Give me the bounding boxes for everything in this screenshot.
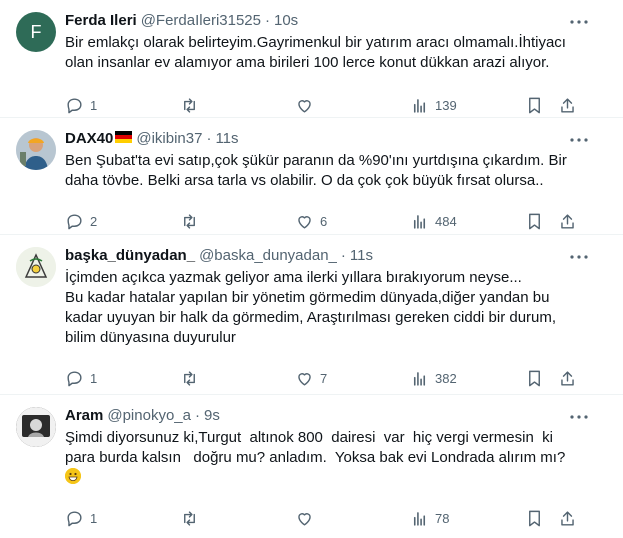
heart-icon: [298, 372, 311, 386]
share-icon[interactable]: [558, 369, 577, 388]
repost-icon: [184, 213, 195, 229]
bookmark-icon[interactable]: [525, 509, 544, 528]
tweet-text: Şimdi diyorsunuz ki,Turgut altınok 800 d…: [65, 429, 566, 466]
user-handle[interactable]: @ikibin37: [136, 129, 202, 149]
views-icon: [413, 214, 426, 229]
view-count: 382: [435, 370, 457, 386]
avatar[interactable]: [16, 247, 56, 287]
repost-button[interactable]: [180, 369, 240, 388]
grinning-face-emoji-icon: [65, 468, 81, 484]
tweet[interactable]: DAX40 @ikibin37 · 11s Ben Şubat'ta evi s…: [0, 118, 623, 235]
view-count: 78: [435, 510, 450, 526]
like-button[interactable]: 7: [295, 369, 355, 388]
heart-icon: [298, 99, 311, 113]
repost-icon: [184, 97, 195, 113]
display-name[interactable]: DAX40: [65, 129, 113, 149]
avatar[interactable]: [16, 130, 56, 170]
display-name[interactable]: Aram: [65, 406, 103, 426]
views-button[interactable]: 78: [410, 509, 470, 528]
share-icon[interactable]: [558, 96, 577, 115]
tweet[interactable]: F Ferda Ileri @FerdaIleri31525 · 10s Bir…: [0, 0, 623, 118]
repost-button[interactable]: [180, 96, 240, 115]
view-count: 484: [435, 213, 457, 229]
avatar[interactable]: F: [16, 12, 56, 52]
bookmark-icon[interactable]: [525, 96, 544, 115]
tweet-header: Ferda Ileri @FerdaIleri31525 · 10s: [65, 11, 577, 31]
more-options-icon[interactable]: [569, 247, 589, 267]
tweet[interactable]: Aram @pinokyo_a · 9s Şimdi diyorsunuz ki…: [0, 395, 623, 534]
reply-icon: [67, 97, 82, 113]
like-count: 6: [320, 213, 328, 229]
tweet-feed: F Ferda Ileri @FerdaIleri31525 · 10s Bir…: [0, 0, 623, 534]
tweet-text: Ben Şubat'ta evi satıp,çok şükür paranın…: [65, 152, 571, 189]
like-button[interactable]: [295, 96, 355, 115]
more-options-icon[interactable]: [569, 130, 589, 150]
reply-count: 1: [90, 97, 98, 113]
user-handle[interactable]: @baska_dunyadan_: [199, 246, 337, 266]
more-options-icon[interactable]: [569, 12, 589, 32]
reply-icon: [67, 213, 82, 229]
bookmark-icon[interactable]: [525, 212, 544, 231]
repost-button[interactable]: [180, 509, 240, 528]
timestamp[interactable]: 9s: [204, 406, 220, 426]
display-name[interactable]: başka_dünyadan_: [65, 246, 195, 266]
tweet-text-wrap: Şimdi diyorsunuz ki,Turgut altınok 800 d…: [65, 428, 577, 488]
separator-dot: ·: [265, 12, 270, 29]
tweet-text: İçimden açıkca yazmak geliyor ama ilerki…: [65, 269, 557, 346]
heart-icon: [298, 215, 311, 229]
views-icon: [413, 98, 426, 113]
views-icon: [413, 371, 426, 386]
avatar[interactable]: [16, 407, 56, 447]
views-button[interactable]: 382: [410, 369, 470, 388]
avatar-letter: F: [30, 21, 42, 42]
tweet-actions: 1 7 382: [65, 358, 577, 398]
reply-icon: [67, 370, 82, 386]
reply-button[interactable]: 1: [65, 369, 125, 388]
share-icon[interactable]: [558, 509, 577, 528]
separator-dot: ·: [194, 407, 200, 424]
reply-count: 1: [90, 370, 98, 386]
reply-icon: [67, 510, 82, 526]
germany-flag-icon: [115, 129, 133, 149]
tweet-header: başka_dünyadan_ @baska_dunyadan_ · 11s: [65, 246, 577, 266]
user-handle[interactable]: @pinokyo_a: [107, 406, 191, 426]
reply-button[interactable]: 1: [65, 96, 125, 115]
repost-icon: [184, 510, 195, 526]
views-button[interactable]: 484: [410, 212, 470, 231]
timestamp[interactable]: 11s: [215, 129, 238, 149]
views-button[interactable]: 139: [410, 96, 470, 115]
view-count: 139: [435, 97, 457, 113]
user-handle[interactable]: @FerdaIleri31525: [141, 11, 261, 31]
reply-count: 1: [90, 510, 98, 526]
reply-count: 2: [90, 213, 98, 229]
separator-dot: ·: [340, 247, 346, 264]
tweet-header: DAX40 @ikibin37 · 11s: [65, 129, 577, 149]
bookmark-icon[interactable]: [525, 369, 544, 388]
separator-dot: ·: [206, 130, 212, 147]
display-name[interactable]: Ferda Ileri: [65, 11, 137, 31]
views-icon: [413, 511, 426, 526]
share-icon[interactable]: [558, 212, 577, 231]
heart-icon: [298, 512, 311, 526]
more-options-icon[interactable]: [569, 407, 589, 427]
reply-button[interactable]: 1: [65, 509, 125, 528]
tweet-text: Bir emlakçı olarak belirteyim.Gayrimenku…: [65, 34, 571, 71]
repost-icon: [184, 370, 195, 386]
repost-button[interactable]: [180, 212, 240, 231]
tweet[interactable]: başka_dünyadan_ @baska_dunyadan_ · 11s İ…: [0, 235, 623, 395]
timestamp[interactable]: 11s: [350, 246, 373, 266]
like-button[interactable]: 6: [295, 212, 355, 231]
tweet-actions: 1 78: [65, 498, 577, 538]
like-button[interactable]: [295, 509, 355, 528]
reply-button[interactable]: 2: [65, 212, 125, 231]
tweet-header: Aram @pinokyo_a · 9s: [65, 406, 577, 426]
like-count: 7: [320, 370, 328, 386]
timestamp[interactable]: 10s: [274, 11, 298, 31]
